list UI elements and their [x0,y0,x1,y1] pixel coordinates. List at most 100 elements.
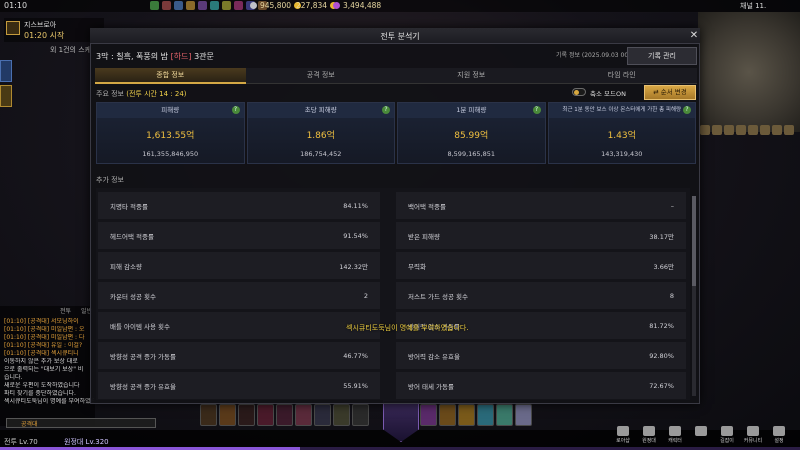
menu-misc[interactable] [690,426,712,444]
help-icon[interactable]: ? [231,106,240,114]
summary-cards: 피해량? 1,613.55억 161,355,846,950 초당 피해량? 1… [96,102,696,164]
tab-bar: 종합 정보 공격 정보 지원 정보 타임 라인 [95,68,697,84]
item-slot[interactable] [420,404,437,426]
expedition-level: 원정대 Lv.320 [64,438,109,446]
card-label: 피해량 [161,106,180,114]
skill-slot[interactable] [257,404,274,426]
help-icon[interactable]: ? [683,106,691,114]
chat-line: [01:10] [공격대] 미일남편 : 다 [4,334,85,341]
stat-row: 방어력 감소 유효율 92.80% [396,342,686,369]
dps-card: 초당 피해량? 1.86억 186,754,452 [246,102,395,164]
compact-mode-toggle[interactable] [572,88,586,96]
buff-icon[interactable] [222,1,231,10]
skill-slot[interactable] [276,404,293,426]
item-slot[interactable] [477,404,494,426]
one-minute-damage-card: 1분 피해량? 85.99억 8,599,165,851 [397,102,546,164]
menu-community[interactable]: 커뮤니티 [742,426,764,444]
card-sub-value: 161,355,846,950 [142,150,199,158]
chat-line: 파티 찾기를 중단하였습니다. [4,390,76,397]
quest-timer: 01:20 시작 [24,31,65,40]
skill-slot[interactable] [295,404,312,426]
minimap-button-icon[interactable] [784,125,794,135]
menu-expedition[interactable]: 원정대 [638,426,660,444]
gear-icon [773,426,785,436]
expedition-icon [643,426,655,436]
top-hud [0,0,800,12]
card-label: 1분 피해량 [456,106,487,114]
record-manage-button[interactable]: 기록 관리 [627,47,697,65]
buff-icon[interactable] [210,1,219,10]
quest-list-label[interactable]: 외 1건의 스케 [50,45,91,55]
menu-settings[interactable]: 설정 [768,426,790,444]
buff-icon[interactable] [198,1,207,10]
chat-tab[interactable]: 전투 [60,306,71,316]
minimap-button-icon[interactable] [724,125,734,135]
buff-icon[interactable] [162,1,171,10]
item-slot[interactable] [458,404,475,426]
menu-shop[interactable]: 로아샵 [612,426,634,444]
buff-icon[interactable] [234,1,243,10]
minimap[interactable] [698,12,800,132]
close-button[interactable]: ✕ [688,29,700,43]
clock: 01:10 [4,1,28,10]
skill-slot[interactable] [219,404,236,426]
damage-card: 피해량? 1,613.55억 161,355,846,950 [96,102,245,164]
community-icon [747,426,759,436]
stat-row: 헤드어택 적중률 91.54% [98,222,380,249]
window-title: 전투 분석기 [380,32,420,41]
gem-icon [333,2,340,9]
quest-tracker[interactable]: 지스브로아 01:20 시작 [4,18,104,42]
buff-icon[interactable] [150,1,159,10]
card-sub-value: 8,599,165,851 [447,150,496,158]
item-slot[interactable] [515,404,532,426]
tab-support[interactable]: 지원 정보 [396,68,547,84]
stat-row: 백어택 적중률 – [396,192,686,219]
menu-guide[interactable]: 길잡이 [716,426,738,444]
minimap-button-icon[interactable] [712,125,722,135]
side-quest-icon[interactable] [0,85,12,107]
chat-log: [01:10] [공격대] 서모닝하이 [01:10] [공격대] 미일남편 :… [4,318,94,406]
minimap-button-icon[interactable] [748,125,758,135]
tab-timeline[interactable]: 타임 라인 [546,68,697,84]
event-icon [6,21,20,35]
chat-input[interactable]: 공격대 [6,418,156,428]
channel-label: 채널 11. [740,2,767,10]
chat-channel-label[interactable]: 공격대 [21,421,38,428]
minimap-button-icon[interactable] [772,125,782,135]
skill-slot[interactable] [200,404,217,426]
difficulty-label: [하드] [170,52,192,61]
stat-row: 받은 피해량 38.17만 [396,222,686,249]
chat-line: 새로운 우편이 도착하였습니다 [4,382,80,389]
tab-summary[interactable]: 종합 정보 [95,68,246,84]
buff-icon[interactable] [186,1,195,10]
skill-slot[interactable] [333,404,350,426]
buff-icon[interactable] [174,1,183,10]
reorder-button[interactable]: ⇄ 순서 변경 [644,85,696,100]
menu-character[interactable]: 캐릭터 [664,426,686,444]
scrollbar-thumb[interactable] [692,196,696,286]
recent-minute-boss-damage-card: 최근 1분 동안 보스 이상 몬스터에게 가한 총 피해량? 1.43억 143… [547,102,696,164]
help-icon[interactable]: ? [382,106,390,114]
gem-currency: 3,494,488 [333,1,381,10]
chat-line: 습니다. [4,374,23,381]
tab-attack[interactable]: 공격 정보 [245,68,396,84]
card-label: 최근 1분 동안 보스 이상 몬스터에게 가한 총 피해량 [562,107,682,113]
minimap-button-icon[interactable] [760,125,770,135]
item-bar [420,404,532,426]
skill-slot[interactable] [314,404,331,426]
skill-slot[interactable] [238,404,255,426]
minimap-button-icon[interactable] [700,125,710,135]
battle-time: (전투 시간 14 : 24) [126,90,187,98]
side-notification-icon[interactable] [0,60,12,82]
item-slot[interactable] [496,404,513,426]
help-icon[interactable]: ? [532,106,541,114]
stat-row: 방향성 공격 증가 유효율 55.91% [98,372,380,399]
stat-row: 방향성 공격 증가 가동률 46.77% [98,342,380,369]
chat-line: [01:10] [공격대] 유일 : 이걸? [4,342,83,349]
item-slot[interactable] [439,404,456,426]
chat-line: 이동하지 않은 추가 보상 대로 [4,358,78,365]
card-main-value: 1.86억 [306,131,335,141]
stat-row: 치명타 적중률 84.11% [98,192,380,219]
skill-slot[interactable] [352,404,369,426]
minimap-button-icon[interactable] [736,125,746,135]
